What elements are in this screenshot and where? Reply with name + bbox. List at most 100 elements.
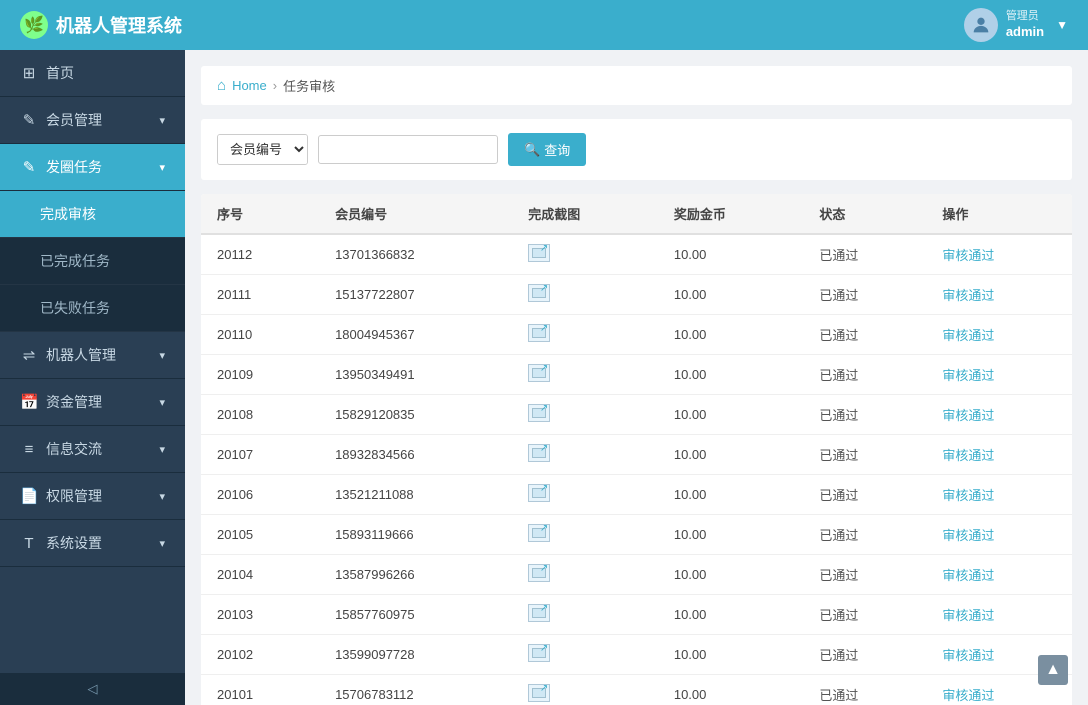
- cell-member: 15829120835: [319, 395, 512, 435]
- robot-arrow: ▾: [159, 349, 165, 362]
- sidebar-item-failed-task[interactable]: 已失败任务: [0, 285, 185, 332]
- data-table: 序号 会员编号 完成截图 奖励金币 状态 操作 20112 1370136683…: [201, 194, 1072, 705]
- table-row: 20112 13701366832 10.00 已通过 审核通过: [201, 234, 1072, 275]
- action-link[interactable]: 审核通过: [942, 408, 994, 423]
- user-dropdown-arrow[interactable]: ▼: [1056, 18, 1068, 32]
- cell-action: 审核通过: [926, 395, 1072, 435]
- screenshot-image-icon[interactable]: [528, 524, 550, 542]
- cell-member: 13521211088: [319, 475, 512, 515]
- screenshot-image-icon[interactable]: [528, 404, 550, 422]
- cell-reward: 10.00: [658, 675, 804, 705]
- cell-screenshot[interactable]: [512, 355, 658, 395]
- filter-select-wrap: 会员编号: [217, 134, 308, 165]
- action-link[interactable]: 审核通过: [942, 648, 994, 663]
- cell-screenshot[interactable]: [512, 635, 658, 675]
- table-header-row: 序号 会员编号 完成截图 奖励金币 状态 操作: [201, 194, 1072, 234]
- cell-action: 审核通过: [926, 515, 1072, 555]
- screenshot-image-icon[interactable]: [528, 244, 550, 262]
- sidebar-label-finance: 资金管理: [46, 392, 151, 412]
- cell-member: 15857760975: [319, 595, 512, 635]
- col-header-reward: 奖励金币: [658, 194, 804, 234]
- message-arrow: ▾: [159, 443, 165, 456]
- cell-screenshot[interactable]: [512, 234, 658, 275]
- sidebar-item-settings[interactable]: T 系统设置 ▾: [0, 520, 185, 567]
- cell-action: 审核通过: [926, 355, 1072, 395]
- table-row: 20105 15893119666 10.00 已通过 审核通过: [201, 515, 1072, 555]
- filter-input[interactable]: [318, 135, 498, 164]
- sidebar-item-permission[interactable]: 📄 权限管理 ▾: [0, 473, 185, 520]
- cell-screenshot[interactable]: [512, 675, 658, 705]
- action-link[interactable]: 审核通过: [942, 568, 994, 583]
- breadcrumb-separator: ›: [273, 78, 277, 93]
- cell-id: 20112: [201, 234, 319, 275]
- cell-member: 13701366832: [319, 234, 512, 275]
- col-header-member: 会员编号: [319, 194, 512, 234]
- cell-member: 13950349491: [319, 355, 512, 395]
- scroll-to-top-button[interactable]: ▲: [1038, 655, 1068, 685]
- cell-reward: 10.00: [658, 275, 804, 315]
- table-row: 20110 18004945367 10.00 已通过 审核通过: [201, 315, 1072, 355]
- permission-icon: 📄: [20, 487, 38, 505]
- sidebar-item-robot[interactable]: ⇌ 机器人管理 ▾: [0, 332, 185, 379]
- action-link[interactable]: 审核通过: [942, 248, 994, 263]
- sidebar-item-member[interactable]: ✎ 会员管理 ▾: [0, 97, 185, 144]
- sidebar-item-home[interactable]: ⊞ 首页: [0, 50, 185, 97]
- filter-bar: 会员编号 🔍 查询: [201, 119, 1072, 180]
- data-table-wrap: 序号 会员编号 完成截图 奖励金币 状态 操作 20112 1370136683…: [201, 194, 1072, 705]
- cell-reward: 10.00: [658, 475, 804, 515]
- action-link[interactable]: 审核通过: [942, 488, 994, 503]
- sidebar-item-completed-task[interactable]: 已完成任务: [0, 238, 185, 285]
- sidebar-item-task[interactable]: ✎ 发圈任务 ▾: [0, 144, 185, 191]
- breadcrumb-home-icon: ⌂: [217, 77, 226, 94]
- sidebar-label-robot: 机器人管理: [46, 345, 151, 365]
- cell-screenshot[interactable]: [512, 555, 658, 595]
- cell-screenshot[interactable]: [512, 435, 658, 475]
- screenshot-image-icon[interactable]: [528, 364, 550, 382]
- screenshot-image-icon[interactable]: [528, 284, 550, 302]
- cell-id: 20108: [201, 395, 319, 435]
- sidebar-label-permission: 权限管理: [46, 486, 151, 506]
- cell-action: 审核通过: [926, 475, 1072, 515]
- main-layout: ⊞ 首页 ✎ 会员管理 ▾ ✎ 发圈任务 ▾ 完成审核 已完成任务 已失败任务 …: [0, 50, 1088, 705]
- cell-status: 已通过: [803, 234, 926, 275]
- sidebar-item-message[interactable]: ≡ 信息交流 ▾: [0, 426, 185, 473]
- cell-screenshot[interactable]: [512, 275, 658, 315]
- filter-select[interactable]: 会员编号: [218, 135, 307, 164]
- screenshot-image-icon[interactable]: [528, 604, 550, 622]
- cell-screenshot[interactable]: [512, 315, 658, 355]
- cell-screenshot[interactable]: [512, 395, 658, 435]
- cell-id: 20103: [201, 595, 319, 635]
- screenshot-image-icon[interactable]: [528, 444, 550, 462]
- screenshot-image-icon[interactable]: [528, 564, 550, 582]
- sidebar-item-finance[interactable]: 📅 资金管理 ▾: [0, 379, 185, 426]
- sidebar-item-completed-review[interactable]: 完成审核: [0, 191, 185, 238]
- action-link[interactable]: 审核通过: [942, 288, 994, 303]
- table-row: 20103 15857760975 10.00 已通过 审核通过: [201, 595, 1072, 635]
- action-link[interactable]: 审核通过: [942, 688, 994, 703]
- cell-screenshot[interactable]: [512, 475, 658, 515]
- sidebar-collapse-button[interactable]: ◁: [0, 673, 185, 705]
- cell-status: 已通过: [803, 675, 926, 705]
- user-menu[interactable]: 管理员 admin ▼: [964, 8, 1068, 42]
- action-link[interactable]: 审核通过: [942, 448, 994, 463]
- action-link[interactable]: 审核通过: [942, 528, 994, 543]
- table-row: 20111 15137722807 10.00 已通过 审核通过: [201, 275, 1072, 315]
- action-link[interactable]: 审核通过: [942, 608, 994, 623]
- action-link[interactable]: 审核通过: [942, 368, 994, 383]
- breadcrumb: ⌂ Home › 任务审核: [201, 66, 1072, 105]
- screenshot-image-icon[interactable]: [528, 644, 550, 662]
- action-link[interactable]: 审核通过: [942, 328, 994, 343]
- cell-screenshot[interactable]: [512, 515, 658, 555]
- screenshot-image-icon[interactable]: [528, 484, 550, 502]
- settings-icon: T: [20, 535, 38, 552]
- filter-query-button[interactable]: 🔍 查询: [508, 133, 586, 166]
- cell-reward: 10.00: [658, 635, 804, 675]
- screenshot-image-icon[interactable]: [528, 684, 550, 702]
- finance-icon: 📅: [20, 393, 38, 411]
- breadcrumb-home-link[interactable]: Home: [232, 78, 267, 93]
- cell-screenshot[interactable]: [512, 595, 658, 635]
- cell-reward: 10.00: [658, 234, 804, 275]
- screenshot-image-icon[interactable]: [528, 324, 550, 342]
- table-row: 20102 13599097728 10.00 已通过 审核通过: [201, 635, 1072, 675]
- sidebar-label-task: 发圈任务: [46, 157, 151, 177]
